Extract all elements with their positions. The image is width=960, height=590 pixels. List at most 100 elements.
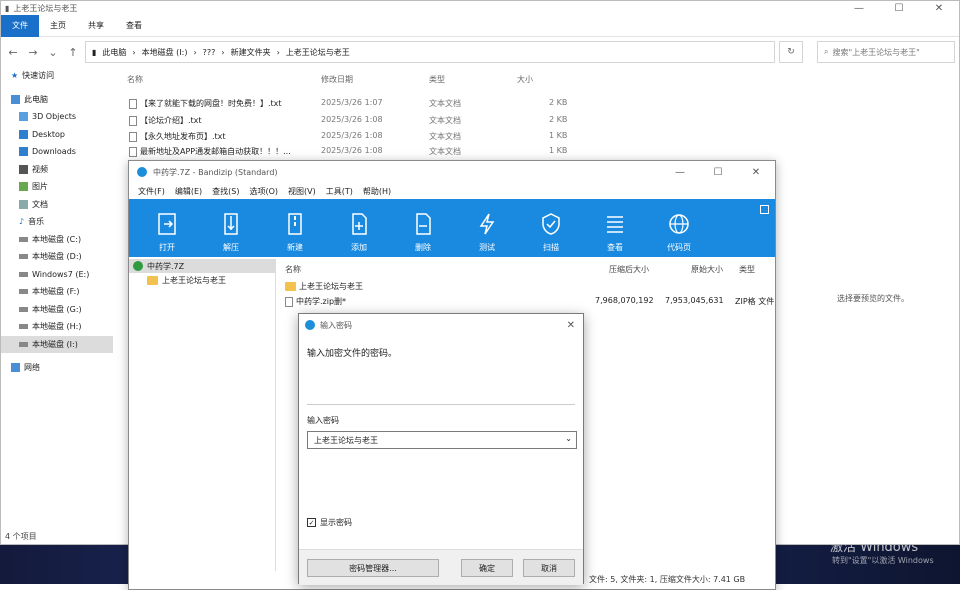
column-compressed-size[interactable]: 压缩后大小 <box>609 264 649 275</box>
close-button[interactable]: ✕ <box>919 3 959 14</box>
tree-root[interactable]: 中药学.7Z <box>129 259 275 273</box>
new-archive-button[interactable]: 新建 <box>263 199 327 257</box>
sidebar-item[interactable]: Desktop <box>1 126 113 144</box>
drive-icon <box>19 324 28 330</box>
file-name: 【永久地址发布页】.txt <box>140 132 226 141</box>
maximize-button[interactable]: ☐ <box>699 167 737 178</box>
address-bar-row: ← → ⌄ ↑ ▮ 此电脑 › 本地磁盘 (I:) › ??? › 新建文件夹 › 上老… <box>1 37 959 67</box>
file-date: 2025/3/26 1:08 <box>321 115 383 124</box>
breadcrumb-1[interactable]: 本地磁盘 (I:) <box>142 47 188 58</box>
refresh-icon[interactable]: ↻ <box>779 41 803 63</box>
maximize-button[interactable]: ☐ <box>879 3 919 14</box>
breadcrumb-2[interactable]: ??? <box>203 48 216 57</box>
column-date[interactable]: 修改日期 <box>321 74 353 85</box>
file-row[interactable]: 【来了就能下载的网盘！时免费！】.txt 2025/3/26 1:07 文本文档… <box>125 95 585 112</box>
password-manager-button[interactable]: 密码管理器... <box>307 559 439 577</box>
back-icon[interactable]: ← <box>5 46 21 59</box>
chevron-down-icon[interactable]: ⌄ <box>45 46 61 59</box>
folder-icon: ▮ <box>92 47 97 57</box>
extract-button[interactable]: 解压 <box>199 199 263 257</box>
sidebar-item[interactable]: 网络 <box>1 359 113 377</box>
archive-row[interactable]: 上老王论坛与老王 <box>281 279 776 294</box>
sidebar-item[interactable]: 此电脑 <box>1 91 113 109</box>
sidebar-item[interactable]: 本地磁盘 (C:) <box>1 231 113 249</box>
menu-find[interactable]: 查找(S) <box>207 186 244 197</box>
file-row[interactable]: 最新地址及APP通发邮箱自动获取！！！... 2025/3/26 1:08 文本… <box>125 143 585 160</box>
menu-view[interactable]: 视图(V) <box>283 186 321 197</box>
sidebar-item[interactable]: 本地磁盘 (H:) <box>1 318 113 336</box>
ribbon-tabs: 文件 主页 共享 查看 <box>1 14 959 37</box>
password-input[interactable]: 上老王论坛与老王 ⌄ <box>307 431 577 449</box>
sidebar-item[interactable]: 图片 <box>1 178 113 196</box>
breadcrumb-0[interactable]: 此电脑 <box>102 47 126 58</box>
sidebar-item[interactable]: 本地磁盘 (I:) <box>1 335 113 353</box>
sidebar-item[interactable]: Downloads <box>1 143 113 161</box>
test-button[interactable]: 测试 <box>455 199 519 257</box>
tree-label: 上老王论坛与老王 <box>162 275 226 285</box>
delete-button[interactable]: 删除 <box>391 199 455 257</box>
file-row[interactable]: 【论坛介绍】.txt 2025/3/26 1:08 文本文档 2 KB <box>125 112 585 129</box>
cancel-button[interactable]: 取消 <box>523 559 575 577</box>
bandizip-toolbar: 打开 解压 新建 添加 删除 测试 扫描 查看 代码页 <box>129 199 775 257</box>
show-password-checkbox[interactable]: ✓ 显示密码 <box>299 517 583 528</box>
sidebar-item[interactable]: ★ 快速访问 <box>1 67 113 85</box>
breadcrumb-3[interactable]: 新建文件夹 <box>231 47 271 58</box>
close-button[interactable]: ✕ <box>737 167 775 178</box>
column-type[interactable]: 类型 <box>429 74 445 85</box>
close-icon[interactable]: ✕ <box>567 320 575 331</box>
toolbar-option-icon[interactable] <box>760 205 769 214</box>
tool-label: 扫描 <box>543 243 559 252</box>
codepage-button[interactable]: 代码页 <box>647 199 711 257</box>
ok-button[interactable]: 确定 <box>461 559 513 577</box>
breadcrumb-4[interactable]: 上老王论坛与老王 <box>286 47 350 58</box>
address-bar[interactable]: ▮ 此电脑 › 本地磁盘 (I:) › ??? › 新建文件夹 › 上老王论坛与老王 <box>85 41 775 63</box>
shield-icon <box>542 213 560 235</box>
status-bar-count: 4 个项目 <box>5 532 37 541</box>
column-original-size[interactable]: 原始大小 <box>691 264 723 275</box>
minimize-button[interactable]: — <box>839 3 879 14</box>
tool-label: 新建 <box>287 243 303 252</box>
tab-home[interactable]: 主页 <box>39 15 77 37</box>
view-button[interactable]: 查看 <box>583 199 647 257</box>
menu-options[interactable]: 选项(O) <box>244 186 283 197</box>
sidebar-item[interactable]: 文档 <box>1 196 113 214</box>
menu-tools[interactable]: 工具(T) <box>321 186 358 197</box>
sidebar-item[interactable]: Windows7 (E:) <box>1 266 113 284</box>
column-type[interactable]: 类型 <box>739 264 755 275</box>
archive-row[interactable]: 中药学.zip删* 7,968,070,192 7,953,045,631 ZI… <box>281 294 776 309</box>
sidebar-item-label: 视频 <box>32 164 48 174</box>
tab-share[interactable]: 共享 <box>77 15 115 37</box>
sidebar-item[interactable]: ♪ 音乐 <box>1 213 113 231</box>
tool-label: 代码页 <box>667 243 691 252</box>
column-name[interactable]: 名称 <box>285 264 301 275</box>
video-icon <box>19 164 28 174</box>
sidebar-item[interactable]: 本地磁盘 (F:) <box>1 283 113 301</box>
tree-folder[interactable]: 上老王论坛与老王 <box>129 273 275 287</box>
column-size[interactable]: 大小 <box>517 74 533 85</box>
sidebar-item[interactable]: 本地磁盘 (G:) <box>1 301 113 319</box>
tab-view[interactable]: 查看 <box>115 15 153 37</box>
forward-icon[interactable]: → <box>25 46 41 59</box>
sidebar-item[interactable]: 视频 <box>1 161 113 179</box>
sidebar-item-label: 本地磁盘 (D:) <box>32 252 82 262</box>
minimize-button[interactable]: — <box>661 167 699 178</box>
scan-button[interactable]: 扫描 <box>519 199 583 257</box>
file-type: 文本文档 <box>429 99 461 108</box>
sidebar-item[interactable]: 本地磁盘 (D:) <box>1 248 113 266</box>
search-input[interactable]: ⌕ 搜索"上老王论坛与老王" <box>817 41 955 63</box>
open-button[interactable]: 打开 <box>135 199 199 257</box>
menu-help[interactable]: 帮助(H) <box>358 186 396 197</box>
sidebar-item-label: 本地磁盘 (G:) <box>32 304 82 314</box>
text-file-icon <box>129 131 137 142</box>
add-button[interactable]: 添加 <box>327 199 391 257</box>
menu-file[interactable]: 文件(F) <box>133 186 170 197</box>
chevron-down-icon[interactable]: ⌄ <box>565 434 572 443</box>
column-name[interactable]: 名称 <box>127 74 143 85</box>
file-size: 2 KB <box>549 115 568 124</box>
entry-original-size: 7,953,045,631 <box>665 296 724 305</box>
tab-file[interactable]: 文件 <box>1 14 39 37</box>
up-icon[interactable]: ↑ <box>65 46 81 59</box>
sidebar-item[interactable]: 3D Objects <box>1 108 113 126</box>
menu-edit[interactable]: 编辑(E) <box>170 186 207 197</box>
sidebar-item-label: 网络 <box>24 363 40 373</box>
